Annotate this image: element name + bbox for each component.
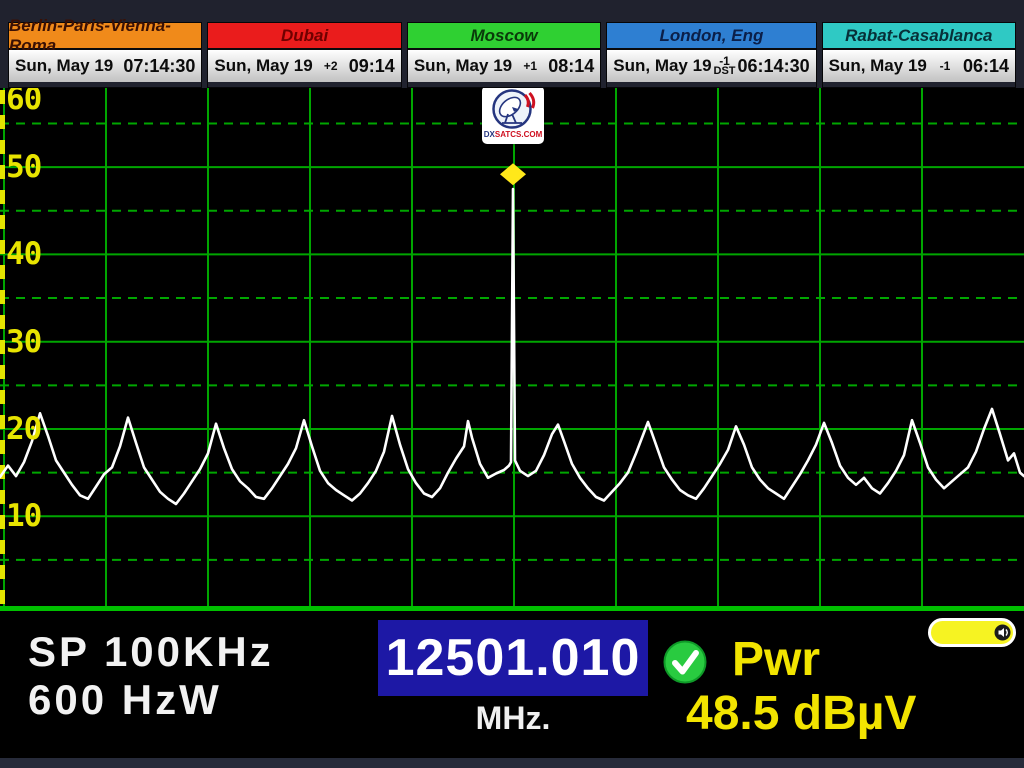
city-date: Sun, May 19 [414,56,512,76]
clock-dubai: Dubai Sun, May 19 +2 09:14 [207,22,401,88]
clock-london: London, Eng Sun, May 19 -1DST 06:14:30 [606,22,816,88]
spectrum-chart [0,88,1024,612]
city-name: London, Eng [607,23,815,50]
city-date: Sun, May 19 [214,56,312,76]
city-name: Berlin-Paris-Vienna-Roma [9,23,201,50]
city-time-row: Sun, May 19 +2 09:14 [208,50,400,82]
power-label: Pwr [732,632,820,687]
lock-ok-check-icon [662,639,708,690]
battery-indicator [928,618,1016,647]
satmeter-screen: Berlin-Paris-Vienna-Roma Sun, May 19 07:… [0,0,1024,768]
city-date: Sun, May 19 [15,56,113,76]
city-date: Sun, May 19 [613,56,711,76]
city-time: 06:14 [963,56,1009,77]
utc-offset: +2 [324,61,338,71]
frequency-display: 12501.010 [378,620,648,696]
ytick-40: 40 [6,239,66,269]
city-time-row: Sun, May 19 +1 08:14 [408,50,600,82]
city-name: Rabat-Casablanca [823,23,1015,50]
clock-rabat: Rabat-Casablanca Sun, May 19 -1 06:14 [822,22,1016,88]
dxsatcs-logo: DXSATCS.COM [482,88,544,144]
clock-moscow: Moscow Sun, May 19 +1 08:14 [407,22,601,88]
ytick-50: 50 [6,152,66,182]
spectrum-plot: 60 50 40 30 20 10 DXSATCS.COM [0,88,1024,612]
utc-offset: -1 [940,61,951,71]
ytick-30: 30 [6,327,66,357]
city-time: 09:14 [349,56,395,77]
clock-berlin: Berlin-Paris-Vienna-Roma Sun, May 19 07:… [8,22,202,88]
world-clock-bar: Berlin-Paris-Vienna-Roma Sun, May 19 07:… [0,0,1024,88]
city-time: 08:14 [548,56,594,77]
city-name: Dubai [208,23,400,50]
utc-offset-dst: -1DST [714,56,736,76]
satellite-dish-icon: DXSATCS.COM [482,88,544,144]
city-time: 06:14:30 [738,56,810,77]
city-time-row: Sun, May 19 -1DST 06:14:30 [607,50,815,82]
power-value: 48.5 dBµV [686,686,916,741]
ytick-60: 60 [6,88,66,114]
frequency-value: 12501.010 [386,628,641,688]
city-date: Sun, May 19 [829,56,927,76]
city-time: 07:14:30 [123,56,195,77]
span-label: SP 100KHz [28,628,274,676]
city-name: Moscow [408,23,600,50]
svg-text:DXSATCS.COM: DXSATCS.COM [484,130,543,139]
bandwidth-label: 600 HzW [28,676,222,724]
ytick-10: 10 [6,501,66,531]
ytick-20: 20 [6,414,66,444]
frequency-unit: MHz. [378,700,648,737]
status-bar: SP 100KHz 600 HzW 12501.010 MHz. Pwr 48.… [0,612,1024,758]
city-time-row: Sun, May 19 07:14:30 [9,50,201,82]
footer-strip [0,758,1024,768]
city-time-row: Sun, May 19 -1 06:14 [823,50,1015,82]
utc-offset: +1 [523,61,537,71]
battery-terminal-icon [994,624,1011,641]
